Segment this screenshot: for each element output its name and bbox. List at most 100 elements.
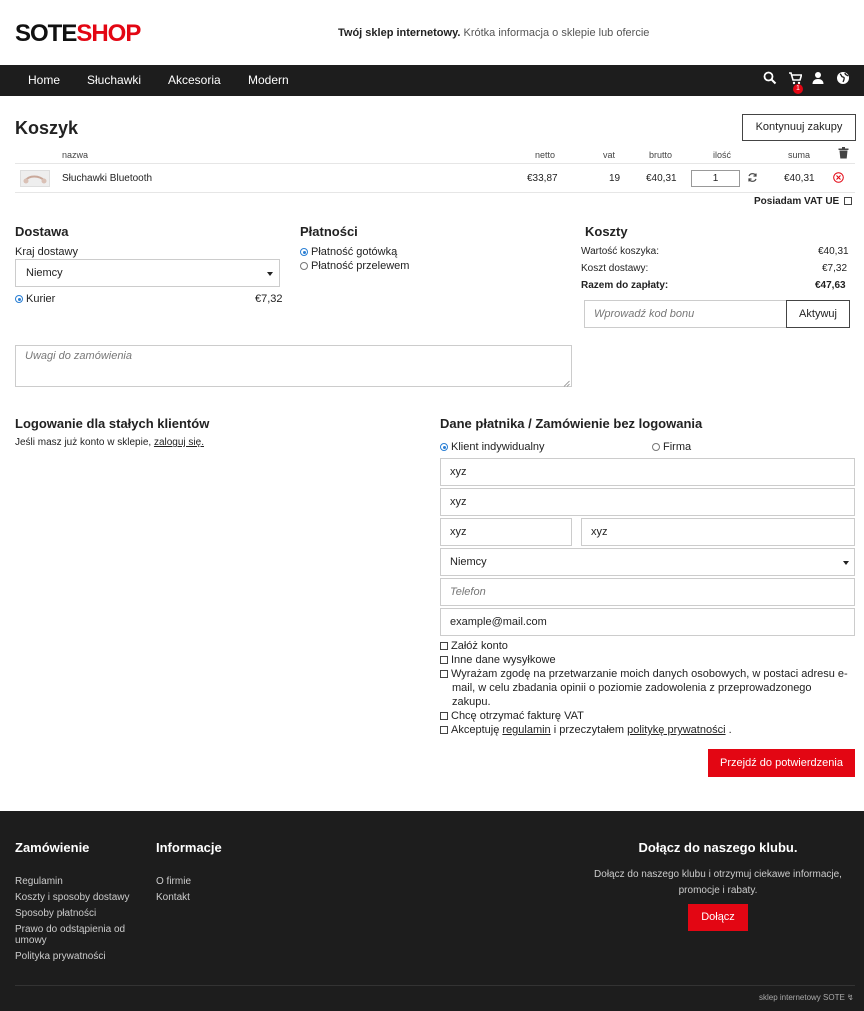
country-label: Kraj dostawy	[15, 246, 78, 258]
city-field[interactable]: xyz	[581, 518, 855, 546]
divider	[15, 192, 855, 193]
radio-icon	[652, 443, 660, 451]
payment-option-transfer[interactable]: Płatność przelewem	[300, 260, 409, 272]
resize-handle-icon[interactable]	[563, 378, 570, 390]
footer-divider	[15, 985, 855, 986]
radio-icon	[15, 295, 23, 303]
delivery-title: Dostawa	[15, 224, 69, 239]
main-nav: Home Słuchawki Akcesoria Modern	[0, 65, 864, 96]
user-icon[interactable]	[811, 71, 827, 89]
nav-item-akcesoria[interactable]: Akcesoria	[168, 73, 221, 87]
radio-icon	[440, 443, 448, 451]
country-select[interactable]: Niemcy	[15, 259, 280, 287]
product-thumbnail[interactable]	[20, 170, 50, 187]
checkbox-icon	[440, 642, 448, 650]
col-header-vat: vat	[603, 150, 616, 160]
col-header-netto: netto	[535, 150, 556, 160]
cart-value-label: Wartość koszyka:	[581, 246, 659, 257]
payer-title: Dane płatnika / Zamówienie bez logowania	[440, 416, 703, 431]
product-brutto: €40,31	[646, 173, 677, 184]
club-title: Dołącz do naszego klubu.	[638, 840, 798, 855]
globe-icon[interactable]	[836, 71, 852, 89]
total-label: Razem do zapłaty:	[581, 280, 669, 291]
terms-link[interactable]: regulamin	[502, 724, 550, 736]
email-field[interactable]: example@mail.com	[440, 608, 855, 636]
delivery-option-courier[interactable]: Kurier	[15, 293, 55, 305]
first-name-field[interactable]: xyz	[440, 458, 855, 486]
refresh-icon[interactable]	[747, 172, 758, 186]
checkbox-icon	[440, 670, 448, 678]
order-notes-textarea[interactable]: Uwagi do zamówienia	[15, 345, 572, 387]
vat-eu-checkbox[interactable]: Posiadam VAT UE	[754, 196, 855, 207]
shipping-cost-label: Koszt dostawy:	[581, 263, 649, 274]
last-name-field[interactable]: xyz	[440, 488, 855, 516]
payment-option-cash[interactable]: Płatność gotówką	[300, 246, 397, 258]
footer-credit[interactable]: sklep internetowy SOTE ↯	[759, 993, 854, 1002]
tagline: Twój sklep internetowy. Krótka informacj…	[338, 27, 650, 39]
footer-info-title: Informacje	[156, 840, 222, 855]
continue-shopping-button[interactable]: Kontynuuj zakupy	[742, 114, 856, 141]
divider	[15, 163, 855, 164]
product-vat: 19	[609, 173, 621, 184]
col-header-name: nazwa	[62, 150, 89, 160]
product-name[interactable]: Słuchawki Bluetooth	[62, 173, 152, 184]
page-title: Koszyk	[15, 118, 79, 138]
checkbox-icon	[440, 656, 448, 664]
nav-item-modern[interactable]: Modern	[248, 73, 289, 87]
product-sum: €40,31	[784, 173, 815, 184]
logo[interactable]: SOTESHOP	[15, 20, 141, 48]
checkbox-icon	[844, 197, 852, 205]
payer-country-select[interactable]: Niemcy	[440, 548, 855, 576]
data-consent-checkbox[interactable]: Wyrażam zgodę na przetwarzanie moich dan…	[440, 667, 852, 709]
delivery-option-price: €7,32	[255, 293, 283, 305]
phone-field[interactable]: Telefon	[440, 578, 855, 606]
caret-down-icon	[267, 272, 273, 276]
remove-item-icon[interactable]	[833, 172, 844, 186]
nav-item-sluchawki[interactable]: Słuchawki	[87, 73, 141, 87]
login-text: Jeśli masz już konto w sklepie, zaloguj …	[15, 437, 204, 448]
footer-link-privacy[interactable]: Polityka prywatności	[15, 951, 106, 962]
coupon-input[interactable]: Wprowadź kod bonu	[584, 300, 787, 328]
caret-down-icon	[843, 561, 849, 565]
footer-link-about[interactable]: O firmie	[156, 876, 191, 887]
nav-item-home[interactable]: Home	[28, 73, 60, 87]
cart-value: €40,31	[818, 246, 849, 257]
col-header-qty: ilość	[713, 150, 732, 160]
other-shipping-checkbox[interactable]: Inne dane wysyłkowe	[440, 653, 556, 667]
create-account-checkbox[interactable]: Załóż konto	[440, 639, 508, 653]
col-header-sum: suma	[788, 150, 811, 160]
vat-invoice-checkbox[interactable]: Chcę otrzymać fakturę VAT	[440, 709, 584, 723]
shipping-cost: €7,32	[822, 263, 848, 274]
radio-icon	[300, 248, 308, 256]
footer-link-withdrawal[interactable]: Prawo do odstąpienia od umowy	[15, 924, 140, 946]
footer-link-contact[interactable]: Kontakt	[156, 892, 190, 903]
footer-order-title: Zamówienie	[15, 840, 90, 855]
product-netto: €33,87	[527, 173, 558, 184]
col-header-brutto: brutto	[649, 150, 673, 160]
checkbox-icon	[440, 726, 448, 734]
proceed-to-confirmation-button[interactable]: Przejdź do potwierdzenia	[708, 749, 855, 777]
join-club-button[interactable]: Dołącz	[688, 904, 748, 931]
radio-icon	[300, 262, 308, 270]
privacy-policy-link[interactable]: politykę prywatności	[627, 724, 725, 736]
checkbox-icon	[440, 712, 448, 720]
login-title: Logowanie dla stałych klientów	[15, 416, 210, 431]
club-text: Dołącz do naszego klubu i otrzymuj cieka…	[594, 869, 842, 896]
sote-logo-icon: ↯	[847, 993, 854, 1002]
customer-type-individual[interactable]: Klient indywidualny	[440, 441, 545, 453]
costs-title: Koszty	[585, 224, 628, 239]
payment-title: Płatności	[300, 224, 358, 239]
login-link[interactable]: zaloguj się.	[154, 437, 204, 448]
activate-coupon-button[interactable]: Aktywuj	[786, 300, 850, 328]
accept-terms-checkbox[interactable]: Akceptuję regulamin i przeczytałem polit…	[440, 723, 732, 737]
quantity-input[interactable]: 1	[691, 170, 740, 187]
footer-link-payments[interactable]: Sposoby płatności	[15, 908, 96, 919]
postcode-field[interactable]: xyz	[440, 518, 572, 546]
customer-type-company[interactable]: Firma	[652, 441, 691, 453]
search-icon[interactable]	[763, 71, 779, 89]
total-value: €47,63	[815, 280, 846, 291]
trash-icon[interactable]	[838, 147, 849, 162]
footer-link-terms[interactable]: Regulamin	[15, 876, 63, 887]
cart-count-badge: 1	[793, 84, 803, 94]
footer-link-shipping[interactable]: Koszty i sposoby dostawy	[15, 892, 130, 903]
